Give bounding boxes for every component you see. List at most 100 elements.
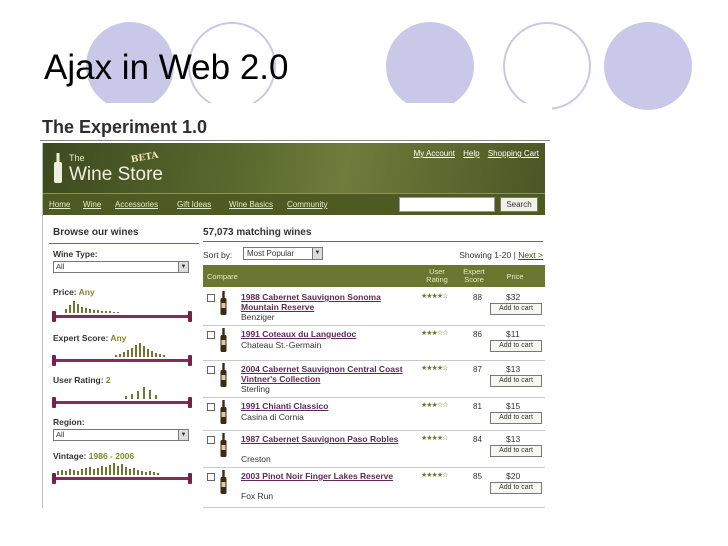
nav-home[interactable]: Home <box>49 200 70 209</box>
price-label: Price: Any <box>53 287 95 297</box>
user-rating-label: User Rating: 2 <box>53 375 111 385</box>
wine-bottle-icon <box>220 328 227 352</box>
price-slider[interactable] <box>52 311 192 322</box>
wine-store-site: The Wine Store BETA My Account Help Shop… <box>42 143 545 508</box>
help-link[interactable]: Help <box>463 149 479 158</box>
price-value: Any <box>78 287 95 297</box>
wine-name-link[interactable]: 1991 Chianti Classico <box>241 401 411 411</box>
nav-accessories[interactable]: Accessories <box>115 200 158 209</box>
search-button[interactable]: Search <box>500 197 538 212</box>
compare-checkbox[interactable] <box>207 294 215 302</box>
user-rating-stars: ★★★★☆ <box>421 435 448 442</box>
decor-circle-3 <box>386 22 474 110</box>
price-histogram <box>55 299 189 313</box>
wine-type-label: Wine Type: <box>53 249 98 259</box>
producer-name: Benziger <box>241 312 275 322</box>
add-to-cart-button[interactable]: Add to cart <box>490 482 542 494</box>
price: $13 <box>506 434 521 444</box>
wine-bottle-logo-icon <box>54 153 62 183</box>
showing-text: Showing 1-20 | <box>459 250 516 260</box>
expert-score-histogram <box>55 343 189 357</box>
expert-score-min-handle[interactable] <box>52 355 56 366</box>
table-row: 1987 Cabernet Sauvignon Paso Robles Crest… <box>203 431 545 468</box>
vintage-label-text: Vintage: <box>53 451 87 461</box>
price: $15 <box>506 401 521 411</box>
user-rating-slider[interactable] <box>52 397 192 408</box>
wine-name-link[interactable]: 2004 Cabernet Sauvignon Central Coast Vi… <box>241 364 411 384</box>
compare-checkbox[interactable] <box>207 403 215 411</box>
screenshot: The Experiment 1.0 The Wine Store BETA M… <box>36 103 552 508</box>
add-to-cart-button[interactable]: Add to cart <box>490 375 542 387</box>
vintage-max-handle[interactable] <box>188 473 192 484</box>
add-to-cart-button[interactable]: Add to cart <box>490 445 542 457</box>
vintage-slider[interactable] <box>52 473 192 484</box>
user-rating-stars: ★★★★☆ <box>421 472 448 479</box>
experiment-heading: The Experiment 1.0 <box>42 117 208 137</box>
wine-type-select[interactable]: All ▼ <box>53 261 189 273</box>
region-select[interactable]: All ▼ <box>53 429 189 441</box>
nav-wine-basics[interactable]: Wine Basics <box>229 200 273 209</box>
results-divider <box>203 241 543 242</box>
wine-name-link[interactable]: 1991 Coteaux du Languedoc <box>241 329 411 339</box>
wine-name-link[interactable]: 1988 Cabernet Sauvignon Sonoma Mountain … <box>241 292 411 312</box>
next-page-link[interactable]: Next > <box>518 250 543 260</box>
slide-title: Ajax in Web 2.0 <box>44 48 289 87</box>
wine-bottle-icon <box>220 291 227 315</box>
wine-type-value: All <box>56 262 65 271</box>
add-to-cart-button[interactable]: Add to cart <box>490 412 542 424</box>
expert-score: 87 <box>473 365 482 374</box>
price: $11 <box>506 329 520 339</box>
producer-name: Casina di Cornia <box>241 412 304 422</box>
nav-gift-ideas[interactable]: Gift Ideas <box>177 200 211 209</box>
expert-score-label: Expert Score: Any <box>53 333 126 343</box>
user-rating-min-handle[interactable] <box>52 397 56 408</box>
region-label: Region: <box>53 417 85 427</box>
filter-heading: Browse our wines <box>49 221 199 244</box>
nav-bar: Home Wine Accessories Gift Ideas Wine Ba… <box>43 193 545 215</box>
expert-score-max-handle[interactable] <box>188 355 192 366</box>
add-to-cart-button[interactable]: Add to cart <box>490 340 542 352</box>
logo-the: The <box>69 153 85 163</box>
user-rating-stars: ★★★★☆ <box>421 293 448 300</box>
col-compare[interactable]: Compare <box>207 273 238 281</box>
wine-bottle-icon <box>220 433 227 457</box>
logo-name: Wine Store <box>69 164 163 185</box>
user-rating-value: 2 <box>105 375 111 385</box>
wine-name-link[interactable]: 1987 Cabernet Sauvignon Paso Robles <box>241 434 411 444</box>
match-count: 57,073 matching wines <box>203 227 312 238</box>
chevron-down-icon: ▼ <box>178 430 188 440</box>
producer-name: Creston <box>241 454 271 464</box>
expert-score: 86 <box>473 330 482 339</box>
pagination: Showing 1-20 | Next > <box>459 250 543 260</box>
user-rating-stars: ★★★☆☆ <box>421 402 448 409</box>
shopping-cart-link[interactable]: Shopping Cart <box>488 149 539 158</box>
user-rating-stars: ★★★☆☆ <box>421 330 448 337</box>
compare-checkbox[interactable] <box>207 331 215 339</box>
chevron-down-icon: ▼ <box>312 248 322 259</box>
price-min-handle[interactable] <box>52 311 56 322</box>
expert-score-label-text: Expert Score: <box>53 333 109 343</box>
user-rating-stars: ★★★★☆ <box>421 365 448 372</box>
heading-divider <box>40 140 550 141</box>
nav-wine[interactable]: Wine <box>83 200 101 209</box>
compare-checkbox[interactable] <box>207 436 215 444</box>
search-input[interactable] <box>399 197 495 212</box>
compare-checkbox[interactable] <box>207 366 215 374</box>
compare-checkbox[interactable] <box>207 473 215 481</box>
wine-name-link[interactable]: 2003 Pinot Noir Finger Lakes Reserve <box>241 471 411 481</box>
sort-select[interactable]: Most Popular ▼ <box>243 247 323 260</box>
price-max-handle[interactable] <box>188 311 192 322</box>
col-price[interactable]: Price <box>498 273 532 281</box>
vintage-min-handle[interactable] <box>52 473 56 484</box>
expert-score: 85 <box>473 472 482 481</box>
expert-score-slider[interactable] <box>52 355 192 366</box>
nav-community[interactable]: Community <box>287 200 327 209</box>
add-to-cart-button[interactable]: Add to cart <box>490 303 542 315</box>
my-account-link[interactable]: My Account <box>414 149 455 158</box>
col-expert-score[interactable]: Expert Score <box>458 268 490 284</box>
expert-score: 81 <box>473 402 482 411</box>
decor-circle-4 <box>503 22 591 110</box>
col-user-rating[interactable]: User Rating <box>421 268 453 284</box>
user-rating-max-handle[interactable] <box>188 397 192 408</box>
price-label-text: Price: <box>53 287 77 297</box>
